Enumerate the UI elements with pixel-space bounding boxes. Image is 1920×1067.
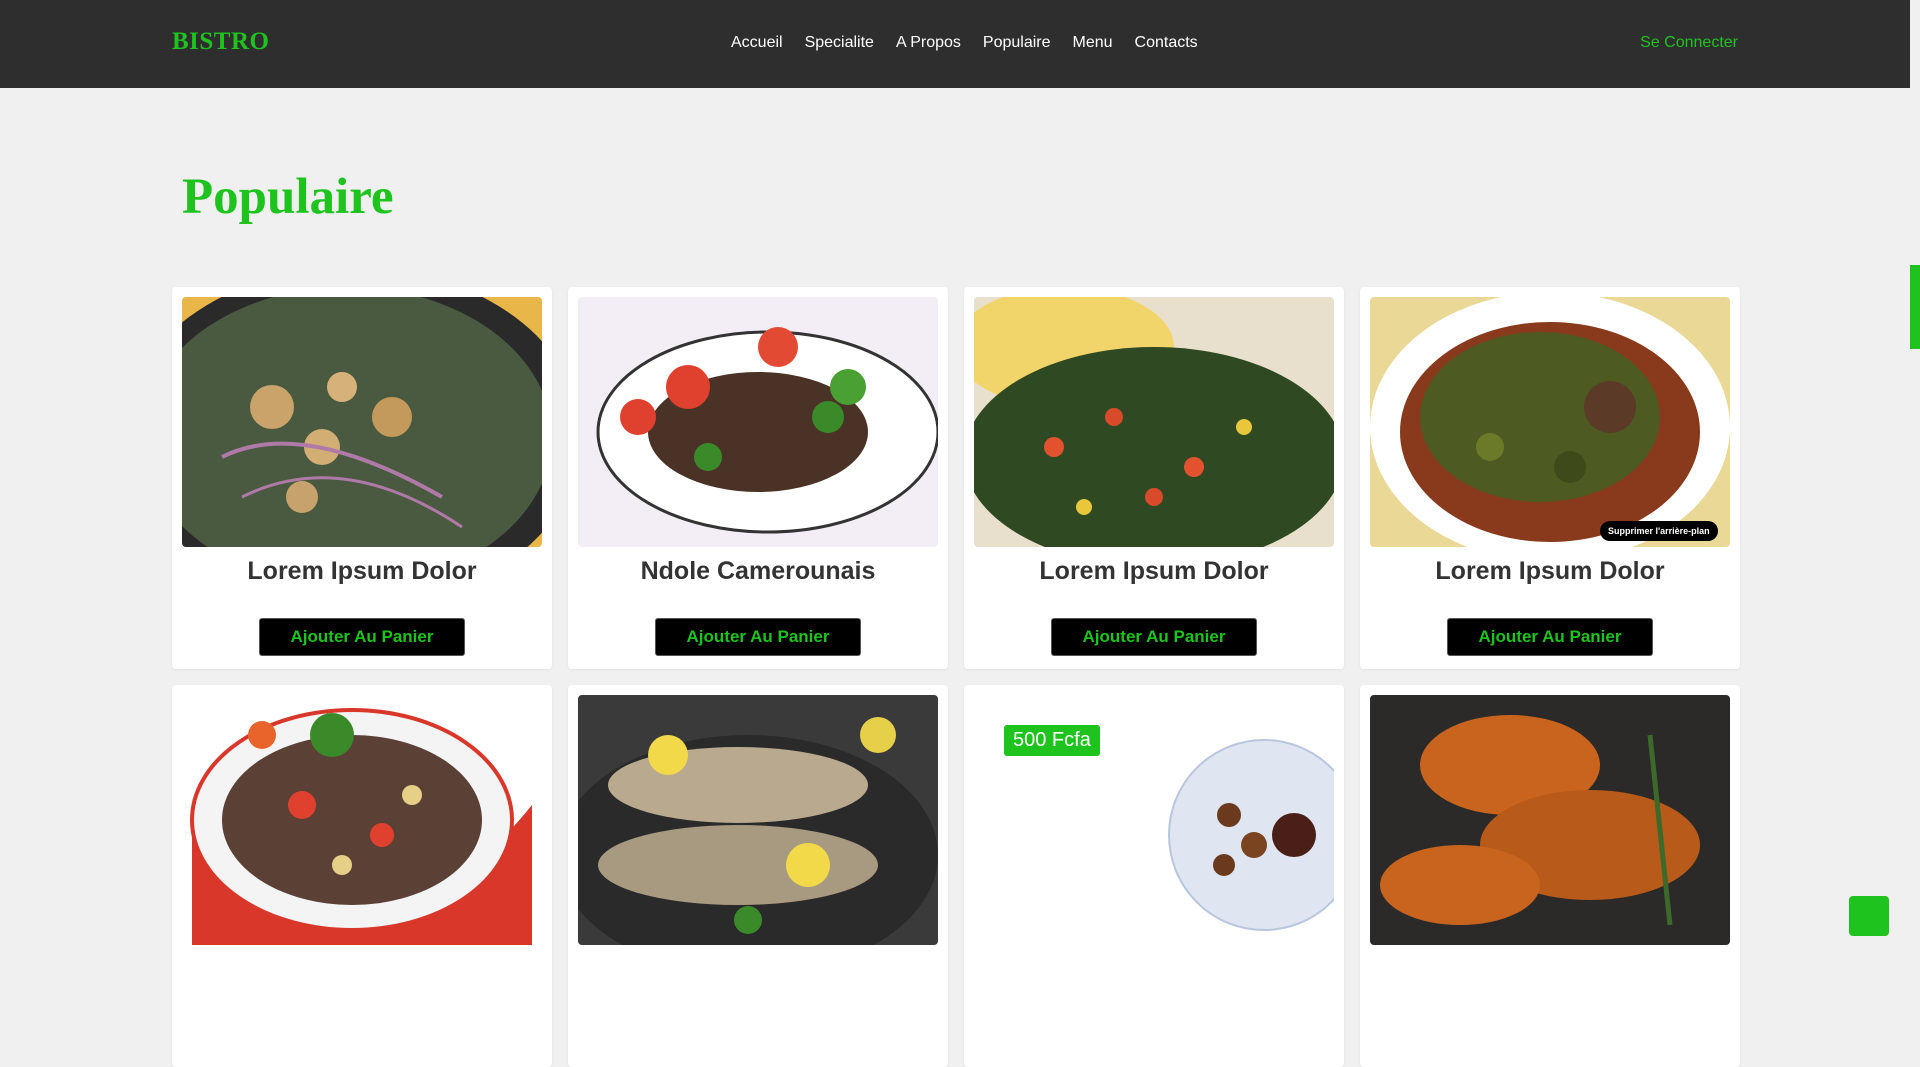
add-to-cart-button[interactable]: Ajouter Au Panier [1051, 618, 1257, 656]
product-grid: Lorem Ipsum Dolor Ajouter Au Panier Ndol… [172, 287, 1740, 1067]
section-title: Populaire [182, 169, 394, 225]
scroll-top-button[interactable] [1849, 896, 1889, 936]
product-card: Lorem Ipsum Dolor Ajouter Au Panier [172, 287, 552, 669]
nav-accueil[interactable]: Accueil [731, 34, 783, 52]
product-image [182, 695, 542, 945]
login-link[interactable]: Se Connecter [1640, 34, 1738, 52]
top-navbar: BISTRO Accueil Specialite A Propos Popul… [0, 0, 1910, 88]
scrollbar-track[interactable] [1910, 0, 1920, 956]
product-image: Supprimer l'arrière-plan [1370, 297, 1730, 547]
main-nav: Accueil Specialite A Propos Populaire Me… [731, 34, 1198, 52]
product-name: Lorem Ipsum Dolor [1039, 557, 1269, 585]
product-image: 500 Fcfa [974, 695, 1334, 945]
product-image [1370, 695, 1730, 945]
add-to-cart-button[interactable]: Ajouter Au Panier [1447, 618, 1653, 656]
product-card [568, 685, 948, 1067]
product-image [578, 695, 938, 945]
nav-menu[interactable]: Menu [1073, 34, 1113, 52]
product-card: 500 Fcfa [964, 685, 1344, 1067]
add-to-cart-button[interactable]: Ajouter Au Panier [259, 618, 465, 656]
scrollbar-thumb[interactable] [1910, 265, 1920, 349]
product-name: Lorem Ipsum Dolor [1435, 557, 1665, 585]
product-name: Lorem Ipsum Dolor [247, 557, 477, 585]
product-image [578, 297, 938, 547]
product-name: Ndole Camerounais [640, 557, 876, 585]
nav-specialite[interactable]: Specialite [805, 34, 874, 52]
product-card: Supprimer l'arrière-plan Lorem Ipsum Dol… [1360, 287, 1740, 669]
product-image [974, 297, 1334, 547]
product-card [1360, 685, 1740, 1067]
product-card: Ndole Camerounais Ajouter Au Panier [568, 287, 948, 669]
product-card [172, 685, 552, 1067]
price-badge: 500 Fcfa [1004, 725, 1100, 756]
nav-populaire[interactable]: Populaire [983, 34, 1051, 52]
product-card: Lorem Ipsum Dolor Ajouter Au Panier [964, 287, 1344, 669]
nav-contacts[interactable]: Contacts [1135, 34, 1198, 52]
logo[interactable]: BISTRO [172, 28, 269, 56]
nav-a-propos[interactable]: A Propos [896, 34, 961, 52]
remove-background-badge[interactable]: Supprimer l'arrière-plan [1600, 521, 1718, 541]
product-image [182, 297, 542, 547]
add-to-cart-button[interactable]: Ajouter Au Panier [655, 618, 861, 656]
